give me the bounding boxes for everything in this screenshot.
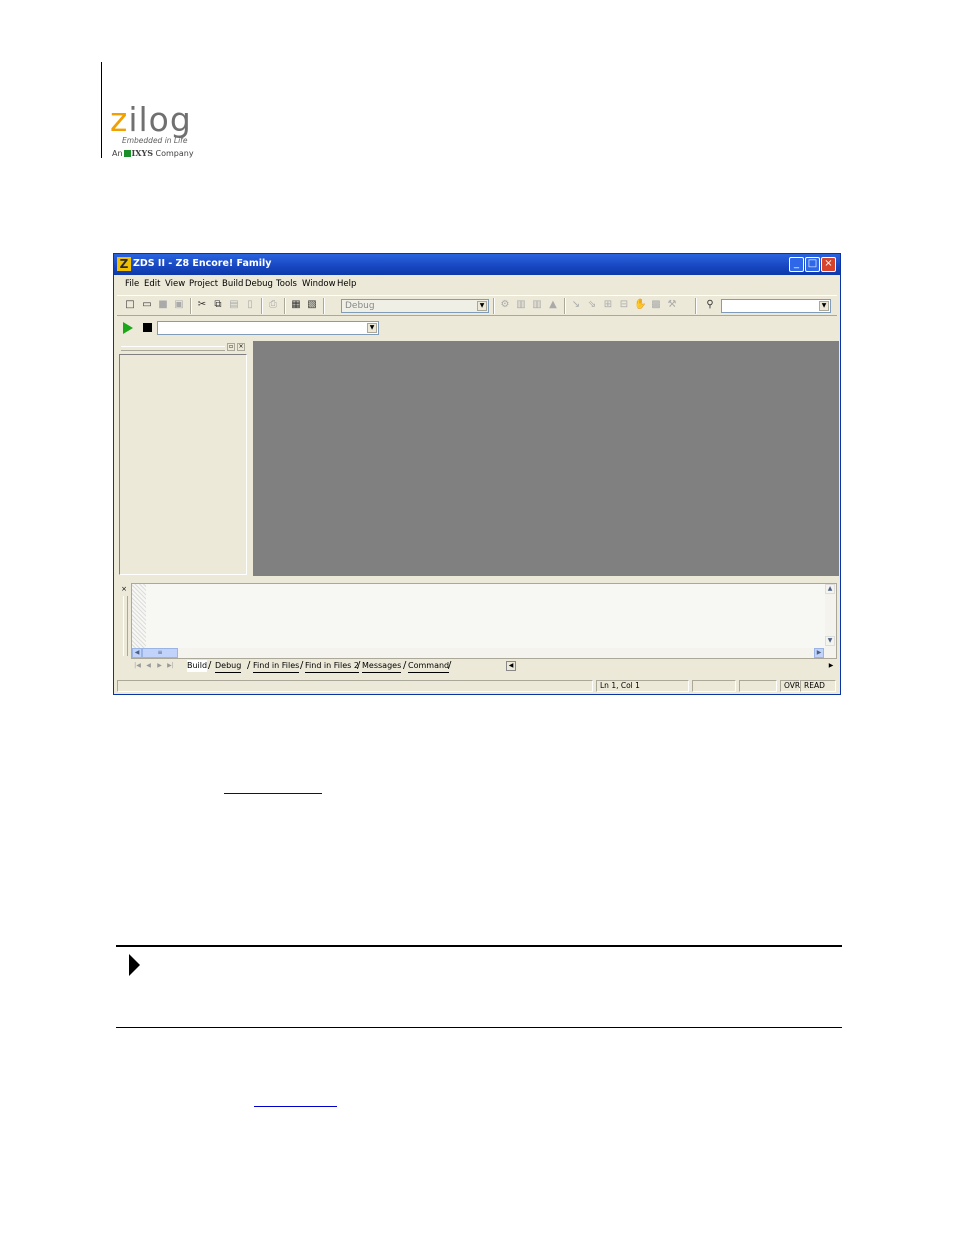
chevron-down-icon[interactable]: ▼: [477, 301, 487, 311]
tab-first-icon[interactable]: |◀: [133, 661, 142, 671]
status-read: READ: [800, 680, 836, 692]
chevron-down-icon[interactable]: ▼: [367, 323, 377, 333]
scroll-thumb[interactable]: ≡: [142, 648, 178, 658]
scroll-right-icon[interactable]: ▶: [814, 648, 824, 658]
tab-find-in-files-2[interactable]: Find in Files 2: [305, 660, 359, 673]
find-select[interactable]: ▼: [721, 299, 831, 313]
output-close-icon[interactable]: ×: [120, 585, 128, 593]
save-icon[interactable]: ■: [157, 299, 169, 311]
chevron-down-icon[interactable]: ▼: [819, 301, 829, 311]
run-icon[interactable]: [123, 322, 133, 334]
status-cell-blank-2: [739, 680, 777, 692]
note-top-rule: [116, 945, 842, 947]
tab-scroll-left-icon[interactable]: ◀: [506, 661, 516, 671]
scroll-left-icon[interactable]: ◀: [132, 648, 142, 658]
status-ovr: OVR: [780, 680, 800, 692]
maximize-button[interactable]: □: [805, 257, 820, 272]
output-pane: × ▲ ▼ ◀ ≡ ▶ |◀ ◀ ▶ ▶| Build / Debug / Fi…: [117, 581, 838, 676]
output-grip[interactable]: [123, 596, 128, 656]
copy-icon[interactable]: ⧉: [212, 299, 224, 311]
tab-messages[interactable]: Messages: [362, 660, 402, 673]
pane-grip[interactable]: [121, 346, 225, 351]
debug-target-select[interactable]: ▼: [157, 321, 379, 335]
hyperlink[interactable]: [224, 793, 322, 794]
flash-loader-icon[interactable]: ▩: [650, 299, 662, 311]
note-bottom-rule: [116, 1027, 842, 1028]
connect-target-icon[interactable]: ↘: [570, 299, 582, 311]
paste-icon[interactable]: ▤: [228, 299, 240, 311]
app-icon[interactable]: Z: [117, 257, 131, 271]
workspace-pane: ▫ ×: [117, 343, 249, 576]
build-icon[interactable]: ▥: [515, 299, 527, 311]
pane-undock-icon[interactable]: ▫: [227, 343, 235, 351]
delete-icon[interactable]: ▯: [244, 299, 256, 311]
menu-bar: File Edit View Project Build Debug Tools…: [114, 276, 840, 293]
reset-icon[interactable]: ⚒: [666, 299, 678, 311]
tab-scroll-right-icon[interactable]: ▶: [826, 661, 836, 671]
minimize-button[interactable]: _: [789, 257, 804, 272]
logo-tagline: Embedded in Life: [122, 136, 188, 145]
window-title: ZDS II - Z8 Encore! Family: [133, 258, 272, 269]
tab-debug[interactable]: Debug: [215, 660, 242, 673]
stop-build-icon[interactable]: ▲: [547, 299, 559, 311]
stop-icon[interactable]: [143, 323, 152, 332]
scroll-down-icon[interactable]: ▼: [825, 636, 835, 646]
breakpoint-hand-icon[interactable]: ✋: [634, 299, 646, 311]
note-arrow-icon: [129, 954, 140, 976]
menu-tools[interactable]: Tools: [276, 279, 297, 289]
horizontal-scrollbar[interactable]: ◀ ≡ ▶: [132, 648, 836, 658]
menu-debug[interactable]: Debug: [245, 279, 273, 289]
menu-project[interactable]: Project: [189, 279, 218, 289]
menu-build[interactable]: Build: [222, 279, 243, 289]
logo-wordmark: zilog: [110, 100, 192, 139]
tab-command[interactable]: Command: [408, 660, 450, 673]
status-position: Ln 1, Col 1: [596, 680, 689, 692]
rebuild-icon[interactable]: ▥: [531, 299, 543, 311]
verify-icon[interactable]: ⊞: [602, 299, 614, 311]
ixys-square-icon: [123, 150, 131, 157]
menu-file[interactable]: File: [125, 279, 139, 289]
find-binoculars-icon[interactable]: ⚲: [704, 299, 716, 311]
print-icon[interactable]: ⎙: [267, 299, 279, 311]
zilog-logo: zilog Embedded in Life An IXYS Company: [110, 103, 220, 163]
debug-toolbar: ▼: [117, 318, 385, 339]
pane-close-icon[interactable]: ×: [237, 343, 245, 351]
logo-company: An IXYS Company: [112, 148, 194, 158]
status-bar: Ln 1, Col 1 OVR READ: [117, 679, 838, 693]
step-icon[interactable]: ⊟: [618, 299, 630, 311]
menu-window[interactable]: Window: [302, 279, 336, 289]
scroll-up-icon[interactable]: ▲: [825, 584, 835, 594]
save-all-icon[interactable]: ▣: [173, 299, 185, 311]
status-cell-blank: [692, 680, 736, 692]
open-folder-icon[interactable]: ▭: [141, 299, 153, 311]
menu-edit[interactable]: Edit: [144, 279, 160, 289]
editor-area[interactable]: [253, 341, 839, 576]
workspace-window-icon[interactable]: ▦: [290, 299, 302, 311]
output-window-icon[interactable]: ▧: [306, 299, 318, 311]
build-config-select[interactable]: Debug ▼: [341, 299, 489, 313]
tab-find-in-files[interactable]: Find in Files: [253, 660, 300, 673]
hyperlink-2[interactable]: [254, 1106, 337, 1107]
workspace-pane-header[interactable]: ▫ ×: [117, 343, 249, 352]
tab-next-icon[interactable]: ▶: [155, 661, 164, 671]
tab-prev-icon[interactable]: ◀: [144, 661, 153, 671]
title-bar[interactable]: Z ZDS II - Z8 Encore! Family _ □ ×: [114, 254, 840, 275]
new-file-icon[interactable]: □: [124, 299, 136, 311]
vertical-scrollbar[interactable]: ▲ ▼: [825, 584, 836, 658]
standard-toolbar: □ ▭ ■ ▣ ✂ ⧉ ▤ ▯ ⎙ ▦ ▧ Debug ▼ ⚙ ▥ ▥ ▲ ↘ …: [117, 295, 837, 316]
close-button[interactable]: ×: [821, 257, 836, 272]
tab-build[interactable]: Build: [187, 660, 208, 672]
output-tabs: |◀ ◀ ▶ ▶| Build / Debug / Find in Files …: [131, 660, 837, 673]
output-text-area[interactable]: ▲ ▼ ◀ ≡ ▶: [131, 583, 837, 659]
status-message: [117, 680, 593, 692]
tab-last-icon[interactable]: ▶|: [166, 661, 175, 671]
zds-window: Z ZDS II - Z8 Encore! Family _ □ × File …: [113, 253, 841, 695]
cut-icon[interactable]: ✂: [196, 299, 208, 311]
menu-help[interactable]: Help: [337, 279, 356, 289]
menu-view[interactable]: View: [165, 279, 185, 289]
compile-icon[interactable]: ⚙: [499, 299, 511, 311]
margin-rule: [101, 62, 102, 158]
download-code-icon[interactable]: ⇘: [586, 299, 598, 311]
workspace-tree[interactable]: [119, 354, 247, 575]
